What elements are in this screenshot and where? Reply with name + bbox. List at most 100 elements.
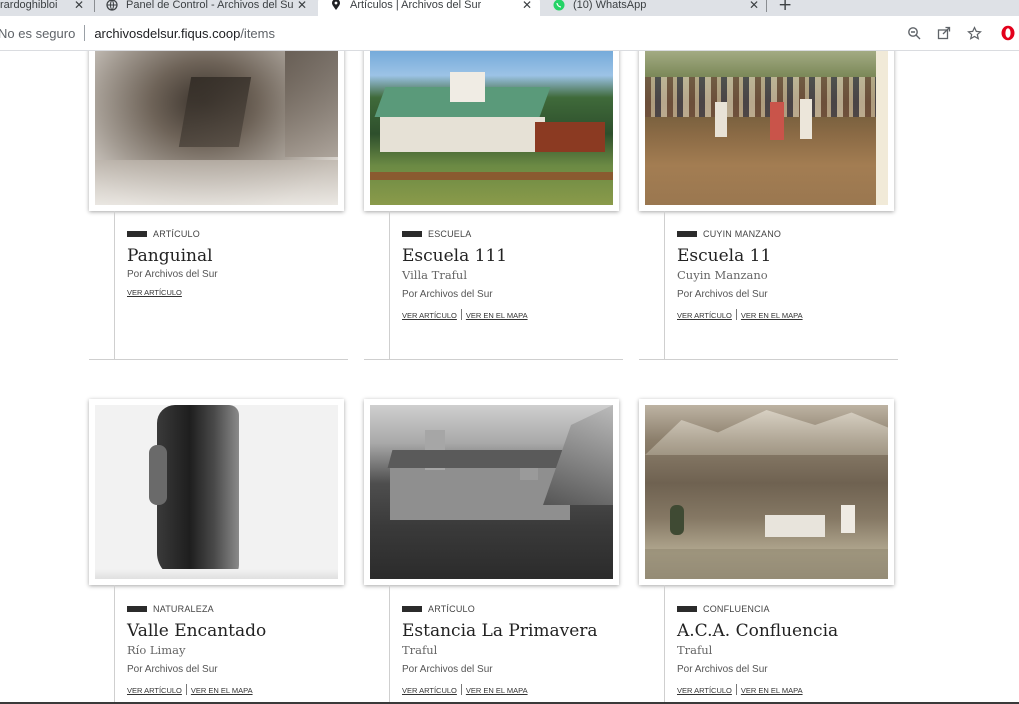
category-label: NATURALEZA — [127, 604, 364, 614]
category-text: CONFLUENCIA — [703, 604, 770, 614]
card-info: NATURALEZA Valle Encantado Río Limay Por… — [114, 604, 364, 695]
card-title[interactable]: Estancia La Primavera — [402, 620, 639, 642]
card-author: Por Archivos del Sur — [677, 289, 768, 300]
tab-separator — [766, 0, 767, 12]
view-article-link[interactable]: VER ARTÍCULO — [677, 311, 732, 320]
tab-3-active[interactable]: Artículos | Archivos del Sur ✕ — [318, 0, 540, 16]
category-marker — [402, 231, 422, 237]
category-text: NATURALEZA — [153, 604, 214, 614]
card-image[interactable] — [639, 51, 894, 211]
children-playing-image — [645, 51, 888, 205]
category-label: CUYIN MANZANO — [677, 229, 914, 239]
link-separator — [460, 684, 462, 695]
category-marker — [127, 606, 147, 612]
items-grid: ARTÍCULO Panguinal Por Archivos del Sur … — [0, 51, 1019, 704]
tab-title: Artículos | Archivos del Sur — [350, 0, 482, 11]
card-title[interactable]: Escuela 11 — [677, 245, 914, 267]
address-bar: No es seguro archivosdelsur.fiqus.coop /… — [0, 16, 1019, 51]
view-article-link[interactable]: VER ARTÍCULO — [127, 686, 182, 695]
card-author: Por Archivos del Sur — [677, 664, 768, 675]
view-on-map-link[interactable]: VER EN EL MAPA — [466, 311, 528, 320]
view-article-link[interactable]: VER ARTÍCULO — [127, 288, 182, 297]
zoom-icon[interactable] — [903, 22, 925, 44]
card-location: Río Limay — [127, 643, 186, 657]
card-links: VER ARTÍCULO VER EN EL MAPA — [127, 684, 364, 695]
link-separator — [185, 684, 187, 695]
item-card: ESCUELA Escuela 111 Villa Traful Por Arc… — [364, 51, 639, 361]
security-indicator[interactable]: No es seguro — [0, 26, 75, 41]
link-separator — [735, 684, 737, 695]
new-tab-plus-icon[interactable]: + — [778, 0, 792, 15]
close-icon[interactable]: ✕ — [297, 0, 307, 12]
whatsapp-icon — [553, 0, 565, 11]
card-info: CUYIN MANZANO Escuela 11 Cuyin Manzano P… — [664, 229, 914, 320]
category-marker — [402, 606, 422, 612]
stone-house-image — [370, 405, 613, 579]
card-divider-horizontal — [89, 359, 348, 360]
card-divider-horizontal — [364, 359, 623, 360]
item-card: NATURALEZA Valle Encantado Río Limay Por… — [89, 399, 364, 704]
category-text: ESCUELA — [428, 229, 472, 239]
card-info: ARTÍCULO Panguinal Por Archivos del Sur … — [114, 229, 364, 297]
tab-4[interactable]: (10) WhatsApp ✕ — [545, 0, 767, 16]
card-info: ARTÍCULO Estancia La Primavera Traful Po… — [389, 604, 639, 695]
view-article-link[interactable]: VER ARTÍCULO — [402, 311, 457, 320]
item-card: CONFLUENCIA A.C.A. Confluencia Traful Po… — [639, 399, 914, 704]
card-author: Por Archivos del Sur — [402, 664, 493, 675]
omnibox[interactable]: No es seguro archivosdelsur.fiqus.coop /… — [0, 20, 985, 46]
opera-icon[interactable] — [997, 22, 1019, 44]
card-links: VER ARTÍCULO VER EN EL MAPA — [402, 309, 639, 320]
close-icon[interactable]: ✕ — [749, 0, 759, 12]
card-author: Por Archivos del Sur — [402, 289, 493, 300]
category-text: CUYIN MANZANO — [703, 229, 782, 239]
sketch-image — [95, 51, 338, 205]
hillside-building-image — [645, 405, 888, 579]
card-author: Por Archivos del Sur — [127, 269, 218, 280]
view-on-map-link[interactable]: VER EN EL MAPA — [741, 311, 803, 320]
url-host: archivosdelsur.fiqus.coop — [94, 25, 241, 41]
tab-1[interactable]: rardoghibloi ✕ — [0, 0, 92, 16]
category-marker — [127, 231, 147, 237]
view-on-map-link[interactable]: VER EN EL MAPA — [191, 686, 253, 695]
card-location: Cuyin Manzano — [677, 268, 768, 282]
card-title[interactable]: Escuela 111 — [402, 245, 639, 267]
card-author: Por Archivos del Sur — [127, 664, 218, 675]
view-on-map-link[interactable]: VER EN EL MAPA — [741, 686, 803, 695]
item-card: CUYIN MANZANO Escuela 11 Cuyin Manzano P… — [639, 51, 914, 361]
tab-title: rardoghibloi — [0, 0, 58, 11]
category-text: ARTÍCULO — [428, 604, 475, 614]
map-pin-icon — [330, 0, 342, 11]
item-card: ARTÍCULO Estancia La Primavera Traful Po… — [364, 399, 639, 704]
card-title[interactable]: Panguinal — [127, 245, 364, 267]
card-image[interactable] — [364, 399, 619, 585]
tab-2[interactable]: Panel de Control - Archivos del Su ✕ — [100, 0, 315, 16]
link-separator — [735, 309, 737, 320]
share-icon[interactable] — [933, 22, 955, 44]
view-on-map-link[interactable]: VER EN EL MAPA — [466, 686, 528, 695]
category-label: ESCUELA — [402, 229, 639, 239]
card-image[interactable] — [639, 399, 894, 585]
view-article-link[interactable]: VER ARTÍCULO — [402, 686, 457, 695]
card-image[interactable] — [89, 51, 344, 211]
card-location: Traful — [677, 643, 713, 657]
link-separator — [460, 309, 462, 320]
school-house-image — [370, 51, 613, 205]
card-title[interactable]: A.C.A. Confluencia — [677, 620, 914, 642]
address-bar-actions — [895, 22, 1019, 44]
view-article-link[interactable]: VER ARTÍCULO — [677, 686, 732, 695]
tab-title: (10) WhatsApp — [573, 0, 647, 11]
card-image[interactable] — [89, 399, 344, 585]
omnibox-divider — [84, 25, 86, 41]
card-links: VER ARTÍCULO VER EN EL MAPA — [677, 684, 914, 695]
card-links: VER ARTÍCULO — [127, 288, 364, 297]
url-path: /items — [240, 25, 275, 41]
close-icon[interactable]: ✕ — [522, 0, 532, 12]
globe-icon — [106, 0, 118, 11]
card-title[interactable]: Valle Encantado — [127, 620, 364, 642]
card-image[interactable] — [364, 51, 619, 211]
category-label: ARTÍCULO — [402, 604, 639, 614]
rock-formation-image — [95, 405, 338, 579]
close-icon[interactable]: ✕ — [74, 0, 84, 12]
star-icon[interactable] — [963, 22, 985, 44]
card-location: Villa Traful — [402, 268, 468, 282]
